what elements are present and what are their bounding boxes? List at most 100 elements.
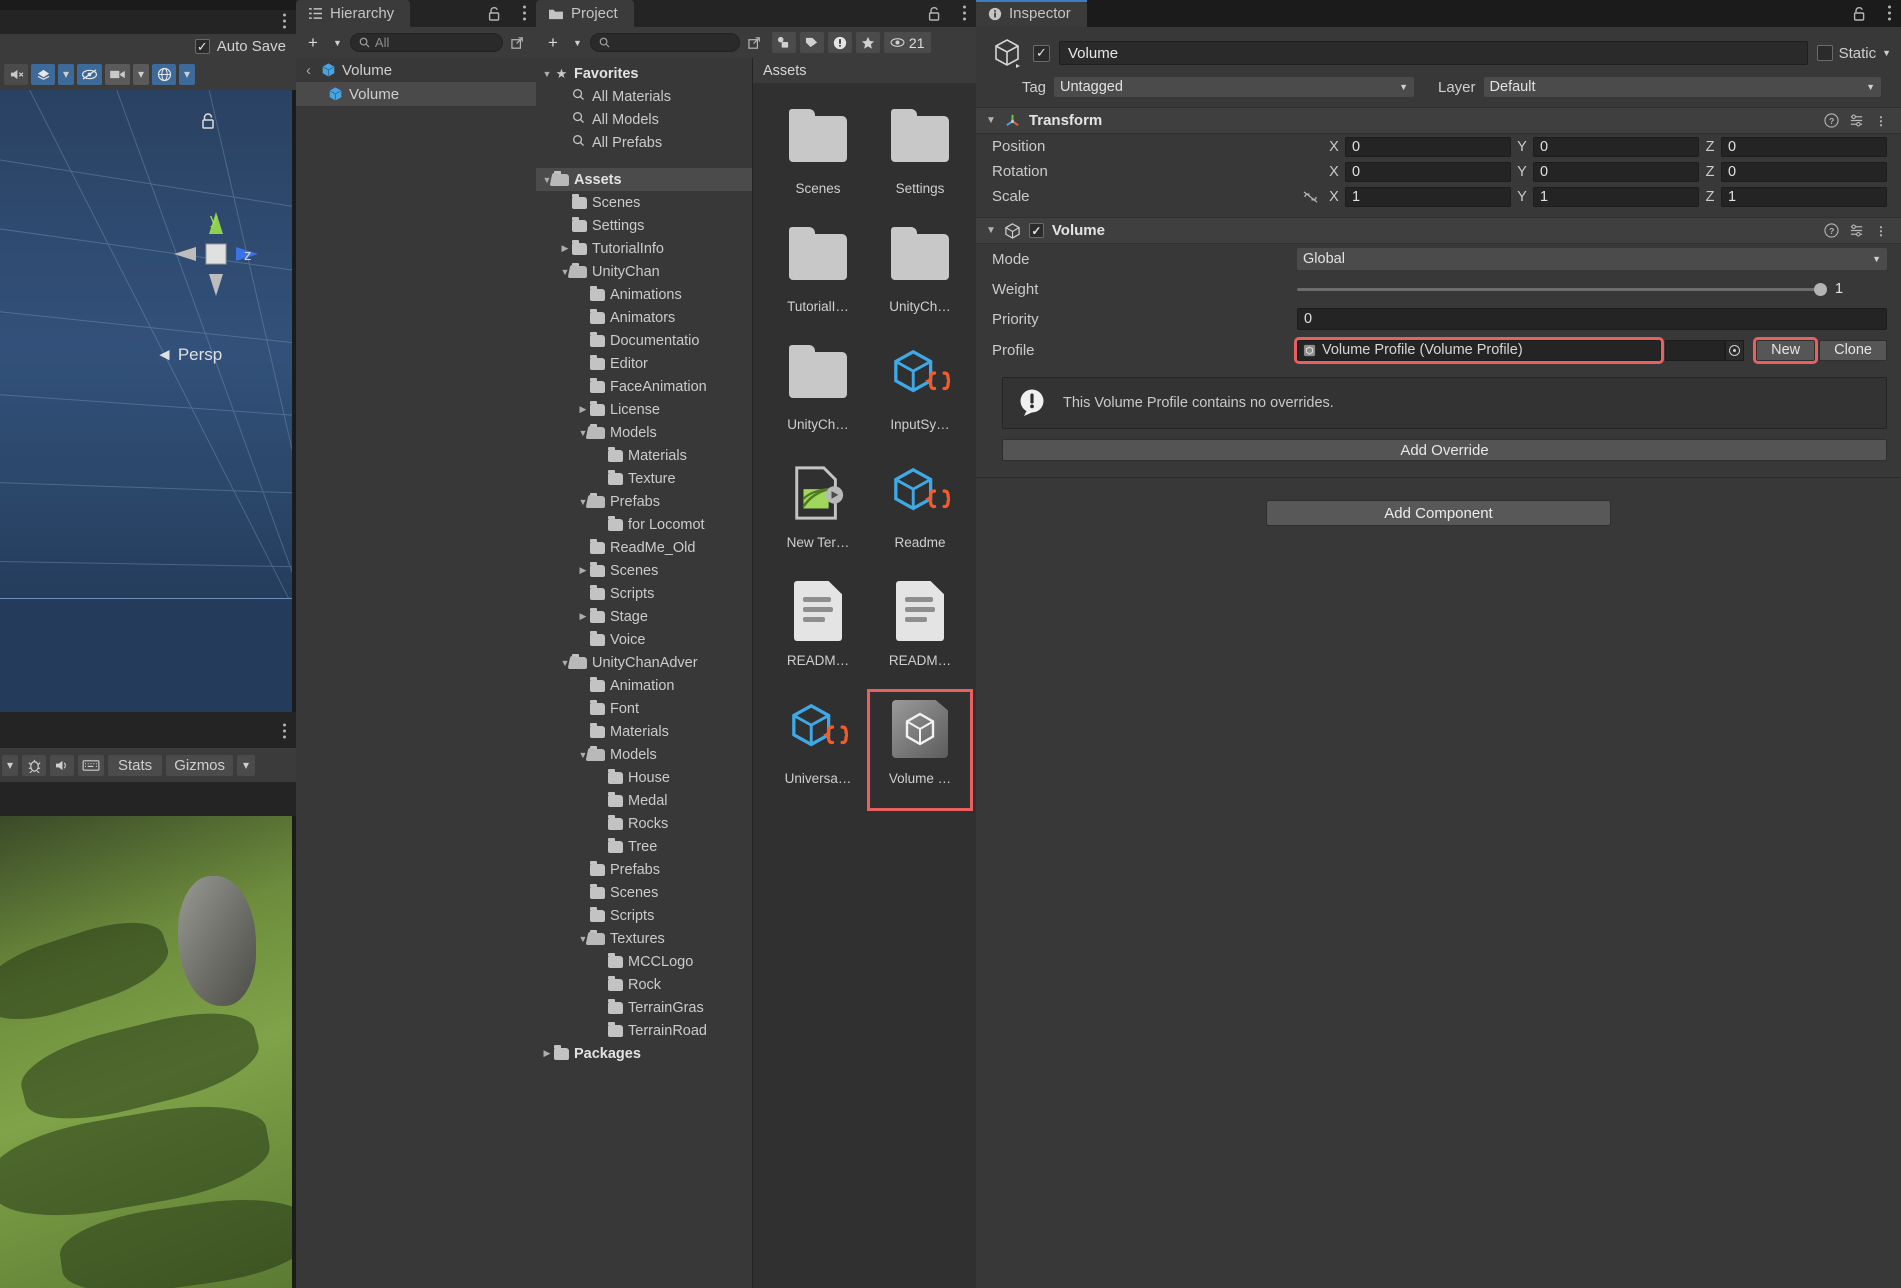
project-tree-item-scenes[interactable]: Scenes [536,191,752,214]
project-tree-item-license[interactable]: ▶License [536,398,752,421]
game-view-menu-icon[interactable] [283,724,287,741]
add-override-button[interactable]: Add Override [1002,439,1887,461]
project-tree-item-tree[interactable]: Tree [536,835,752,858]
asset-item-newter-6[interactable]: New Ter… [767,455,869,573]
component-menu-icon[interactable]: ⋮ [1873,223,1889,239]
transform-scale-z-input[interactable]: 1 [1721,187,1887,207]
project-tree-item-for-locomot[interactable]: for Locomot [536,513,752,536]
project-tree-item-all-prefabs[interactable]: All Prefabs [536,131,752,154]
foldout-down-icon[interactable]: ▼ [540,69,554,79]
create-asset-plus-icon[interactable]: + [541,32,565,53]
transform-scale-y-input[interactable]: 1 [1533,187,1699,207]
mute-audio-icon[interactable] [50,755,74,776]
hierarchy-item-volume-0[interactable]: ‹Volume [296,58,536,82]
volume-priority-input[interactable]: 0 [1297,308,1887,330]
gameobject-enabled-checkbox[interactable]: ✓ [1033,45,1050,62]
project-tree-item-scenes[interactable]: ▶Scenes [536,559,752,582]
scene-projection-label[interactable]: ◄ Persp [156,345,222,365]
project-tree-item-rocks[interactable]: Rocks [536,812,752,835]
project-tree-item-unitychanadver[interactable]: ▼UnityChanAdver [536,651,752,674]
filter-warning-icon[interactable] [828,32,852,53]
project-tree-item-medal[interactable]: Medal [536,789,752,812]
foldout-right-icon[interactable]: ▶ [558,243,572,254]
preset-icon[interactable] [1848,113,1864,129]
scene-orientation-gizmo[interactable]: y z [170,208,262,300]
volume-weight-slider[interactable] [1297,281,1827,297]
transform-component-header[interactable]: ▼ Transform ? ⋮ [976,107,1901,134]
project-search-input[interactable] [590,33,740,52]
layer-dropdown[interactable]: Default ▼ [1484,77,1881,97]
lighting-dropdown-icon[interactable]: ▾ [179,64,195,85]
clone-profile-button[interactable]: Clone [1819,340,1887,361]
project-tree-item-prefabs[interactable]: ▼Prefabs [536,490,752,513]
game-dropdown-icon[interactable]: ▾ [2,755,18,776]
static-dropdown-icon[interactable]: ▼ [1882,48,1891,58]
gizmos-button[interactable]: Gizmos [166,755,233,776]
create-object-plus-icon[interactable]: + [301,32,325,53]
project-tree-item-models[interactable]: ▼Models [536,743,752,766]
new-profile-button[interactable]: New [1756,340,1815,361]
lighting-icon[interactable] [152,64,176,85]
project-tree-item-house[interactable]: House [536,766,752,789]
volume-weight-value[interactable]: 1 [1835,281,1887,297]
volume-enabled-checkbox[interactable]: ✓ [1029,223,1044,238]
project-tree-item-settings[interactable]: Settings [536,214,752,237]
project-tree-item-tutorialinfo[interactable]: ▶TutorialInfo [536,237,752,260]
project-tree-item-rock[interactable]: Rock [536,973,752,996]
hierarchy-lock-icon[interactable] [487,6,502,21]
project-tree-item-scripts[interactable]: Scripts [536,582,752,605]
game-viewport[interactable] [0,816,292,1288]
project-tree-item-prefabs[interactable]: Prefabs [536,858,752,881]
project-tree-item-faceanimation[interactable]: FaceAnimation [536,375,752,398]
hierarchy-search-input[interactable]: All [350,33,503,52]
static-checkbox[interactable] [1817,45,1833,61]
project-tree-item-editor[interactable]: Editor [536,352,752,375]
volume-mode-dropdown[interactable]: Global ▼ [1297,248,1887,270]
object-picker-icon[interactable] [1725,340,1744,361]
scene-viewport[interactable]: y z ◄ Persp [0,90,292,712]
hierarchy-item-volume-1[interactable]: Volume [296,82,536,106]
transform-rotation-z-input[interactable]: 0 [1721,162,1887,182]
transform-foldout-icon[interactable]: ▼ [986,115,996,126]
camera-icon[interactable] [105,64,130,85]
hierarchy-expand-icon[interactable] [507,32,531,53]
foldout-right-icon[interactable]: ▶ [576,404,590,415]
component-menu-icon[interactable]: ⋮ [1873,113,1889,129]
tab-project[interactable]: Project [536,0,634,27]
project-tree-item-texture[interactable]: Texture [536,467,752,490]
asset-item-scenes-0[interactable]: Scenes [767,101,869,219]
project-tree-item-all-models[interactable]: All Models [536,108,752,131]
transform-position-y-input[interactable]: 0 [1533,137,1699,157]
keyboard-icon[interactable] [78,755,104,776]
tag-dropdown[interactable]: Untagged ▼ [1054,77,1414,97]
project-tree-item-all-materials[interactable]: All Materials [536,85,752,108]
asset-item-inputsy-5[interactable]: InputSy… [869,337,971,455]
fx-icon[interactable] [31,64,55,85]
project-tree-item-animators[interactable]: Animators [536,306,752,329]
project-tree-item-textures[interactable]: ▼Textures [536,927,752,950]
help-icon[interactable]: ? [1823,223,1839,239]
project-lock-icon[interactable] [927,6,942,21]
help-icon[interactable]: ? [1823,113,1839,129]
asset-item-tutoriali-2[interactable]: TutorialI… [767,219,869,337]
transform-rotation-y-input[interactable]: 0 [1533,162,1699,182]
inspector-lock-icon[interactable] [1852,6,1867,21]
debug-icon[interactable] [22,755,46,776]
project-tree-item-readme-old[interactable]: ReadMe_Old [536,536,752,559]
project-tree-item-animation[interactable]: Animation [536,674,752,697]
project-expand-icon[interactable] [744,32,768,53]
project-tree-item-stage[interactable]: ▶Stage [536,605,752,628]
asset-item-readm-9[interactable]: READM… [869,573,971,691]
filter-label-icon[interactable] [800,32,824,53]
project-tree-item-documentatio[interactable]: Documentatio [536,329,752,352]
create-object-dropdown-icon[interactable]: ▼ [329,32,346,53]
project-tree-item-models[interactable]: ▼Models [536,421,752,444]
project-tree-item-favorites[interactable]: ▼★Favorites [536,62,752,85]
static-control[interactable]: Static ▼ [1817,45,1891,62]
hierarchy-back-arrow-icon[interactable]: ‹ [306,62,311,79]
transform-scale-x-input[interactable]: 1 [1345,187,1511,207]
camera-dropdown-icon[interactable]: ▾ [133,64,149,85]
transform-position-x-input[interactable]: 0 [1345,137,1511,157]
asset-item-unitych-4[interactable]: UnityCh… [767,337,869,455]
stats-button[interactable]: Stats [108,755,162,776]
